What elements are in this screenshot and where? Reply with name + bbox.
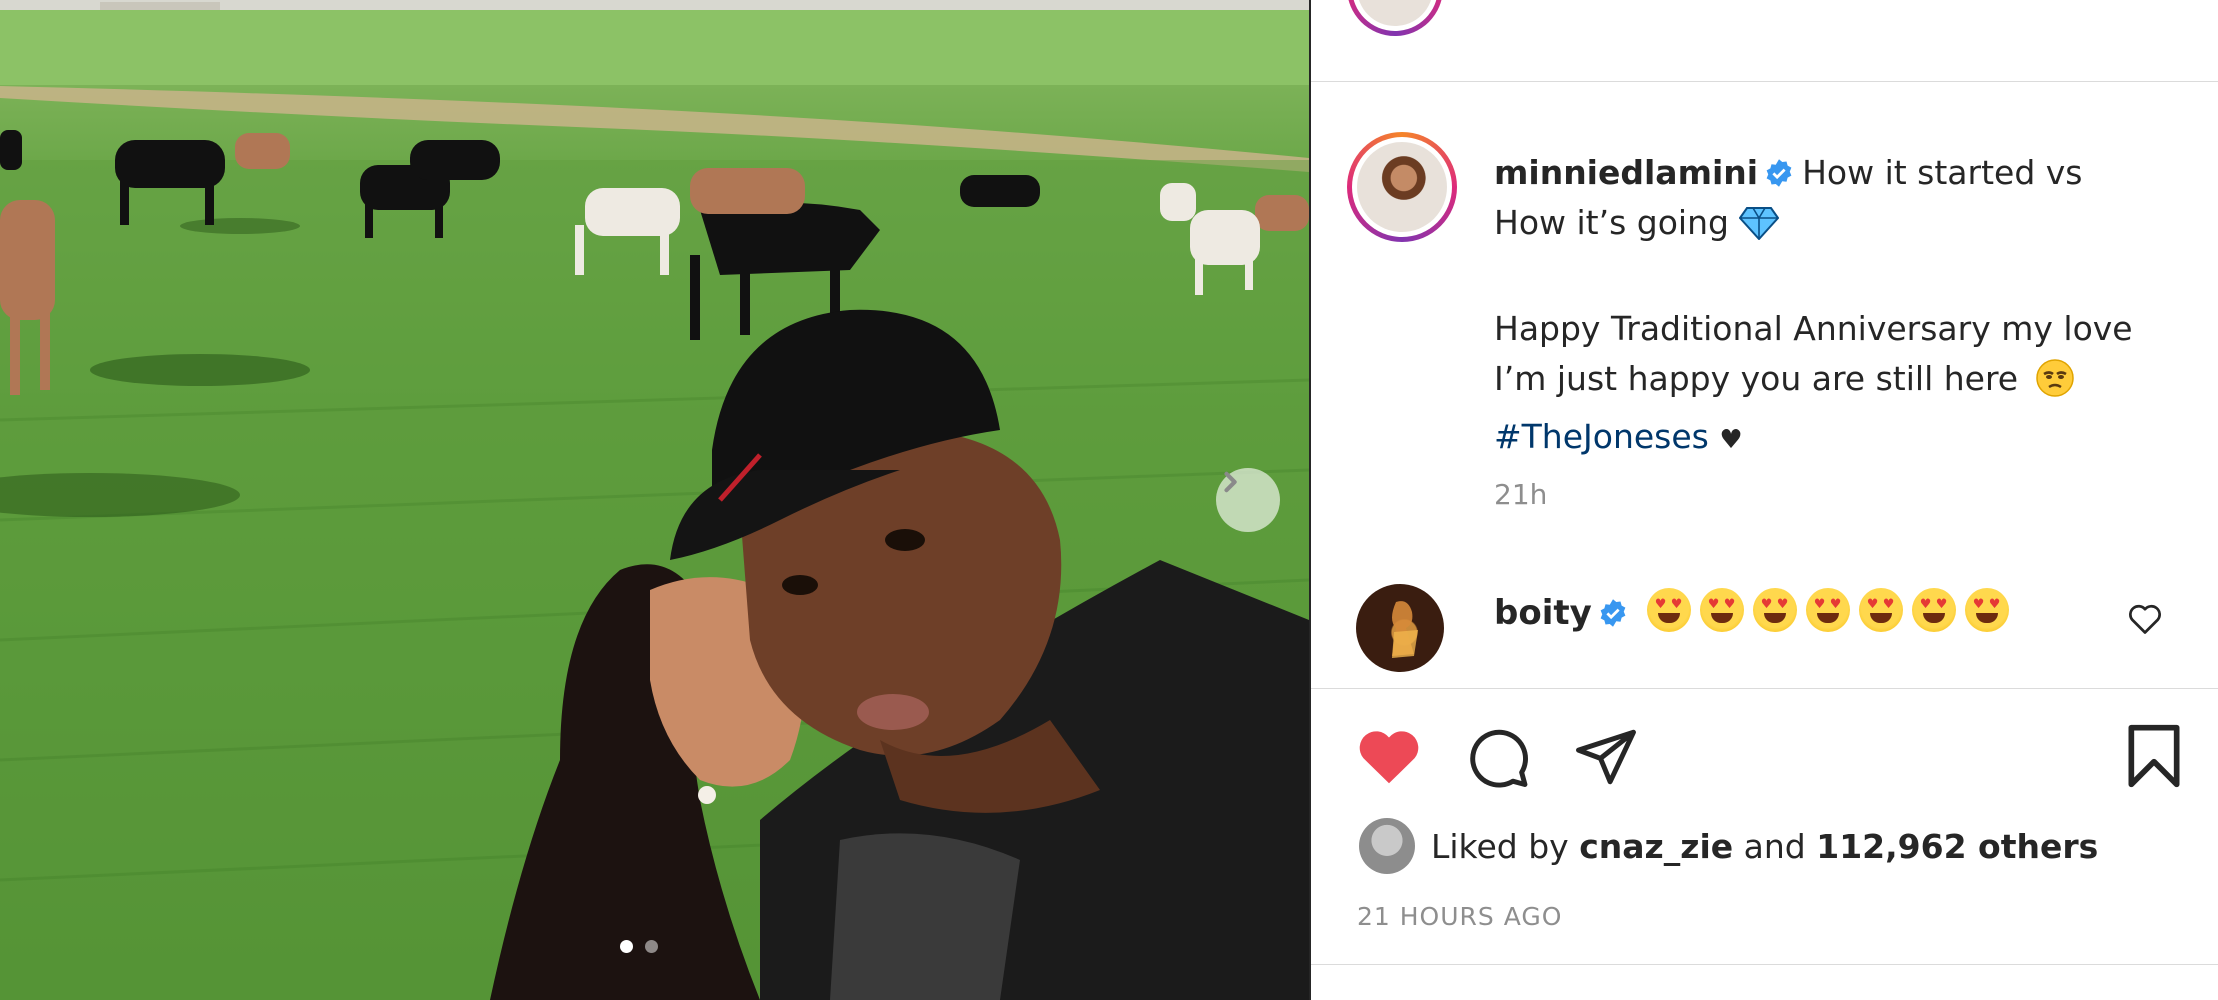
- header-avatar[interactable]: [1347, 0, 1443, 36]
- comment-item: boity ♥ ♥ ♥ ♥ ♥ ♥ ♥ ♥ ♥ ♥ ♥ ♥ ♥ ♥: [1311, 584, 2218, 680]
- carousel-indicator: [620, 940, 658, 953]
- post-timestamp[interactable]: 21 HOURS AGO: [1357, 902, 1562, 931]
- comment-text: boity ♥ ♥ ♥ ♥ ♥ ♥ ♥ ♥ ♥ ♥ ♥ ♥ ♥ ♥: [1494, 588, 2018, 638]
- chevron-right-icon: [1224, 471, 1237, 493]
- carousel-dot: [645, 940, 658, 953]
- post-relative-time[interactable]: 21h: [1494, 478, 1547, 511]
- liker-username[interactable]: cnaz_zie: [1579, 827, 1733, 866]
- comment-icon: [1470, 729, 1528, 788]
- post-actions: [1311, 722, 2218, 788]
- photo-scene: [0, 0, 1309, 1000]
- caption-line-1: How it started vs: [1802, 153, 2083, 192]
- heart-eyes-emoji: ♥ ♥: [1646, 588, 1691, 632]
- heart-filled-icon: [1359, 731, 1419, 784]
- comment-like-button[interactable]: [2127, 602, 2163, 640]
- likes-middle: and: [1743, 826, 1806, 866]
- likes-count[interactable]: 112,962 others: [1816, 827, 2098, 866]
- verified-badge-icon: [1598, 592, 1628, 627]
- caption-username[interactable]: minniedlamini: [1494, 153, 1758, 192]
- comment-input-divider: [1311, 964, 2218, 965]
- like-button[interactable]: [1355, 726, 1423, 790]
- carousel-next-button[interactable]: [1216, 468, 1280, 532]
- share-icon: [1576, 729, 1636, 785]
- caption-line-2: How it’s going: [1494, 203, 1729, 242]
- caption-line-3: Happy Traditional Anniversary my love: [1494, 309, 2133, 348]
- heart-eyes-emoji: ♥ ♥: [1858, 588, 1903, 632]
- caption-line-4: I’m just happy you are still here: [1494, 359, 2019, 398]
- commenter-avatar[interactable]: [1356, 584, 1444, 672]
- heart-symbol: ♥: [1719, 425, 1743, 455]
- post-caption: minniedlamini How it started vs How it’s …: [1494, 148, 2194, 465]
- carousel-dot-active: [620, 940, 633, 953]
- hashtag-link[interactable]: #TheJoneses: [1494, 417, 1709, 456]
- sad-face-icon: [2035, 358, 2075, 412]
- heart-eyes-emoji: ♥ ♥: [1752, 588, 1797, 632]
- post-photo[interactable]: [0, 0, 1309, 1000]
- share-button[interactable]: [1573, 724, 1639, 794]
- verified-badge-icon: [1764, 152, 1794, 187]
- comment-button[interactable]: [1465, 724, 1531, 794]
- heart-eyes-emoji: ♥ ♥: [1964, 588, 2009, 632]
- heart-eyes-emoji: ♥ ♥: [1911, 588, 1956, 632]
- diamond-icon: [1738, 204, 1780, 254]
- comment-username[interactable]: boity: [1494, 593, 1592, 633]
- caption-avatar[interactable]: [1347, 132, 1457, 242]
- heart-eyes-emoji: ♥ ♥: [1805, 588, 1850, 632]
- save-button[interactable]: [2123, 722, 2185, 794]
- heart-eyes-emoji: ♥ ♥: [1699, 588, 1744, 632]
- actions-divider: [1311, 688, 2218, 689]
- likes-prefix: Liked by: [1431, 826, 1569, 866]
- header-divider: [1311, 81, 2218, 82]
- post-side-panel: minniedlamini How it started vs How it’s …: [1311, 0, 2218, 1000]
- likes-summary: Liked by cnaz_zie and 112,962 others: [1359, 818, 2098, 874]
- heart-outline-icon: [2129, 604, 2161, 634]
- bookmark-icon: [2128, 724, 2180, 788]
- liker-avatar[interactable]: [1359, 818, 1415, 874]
